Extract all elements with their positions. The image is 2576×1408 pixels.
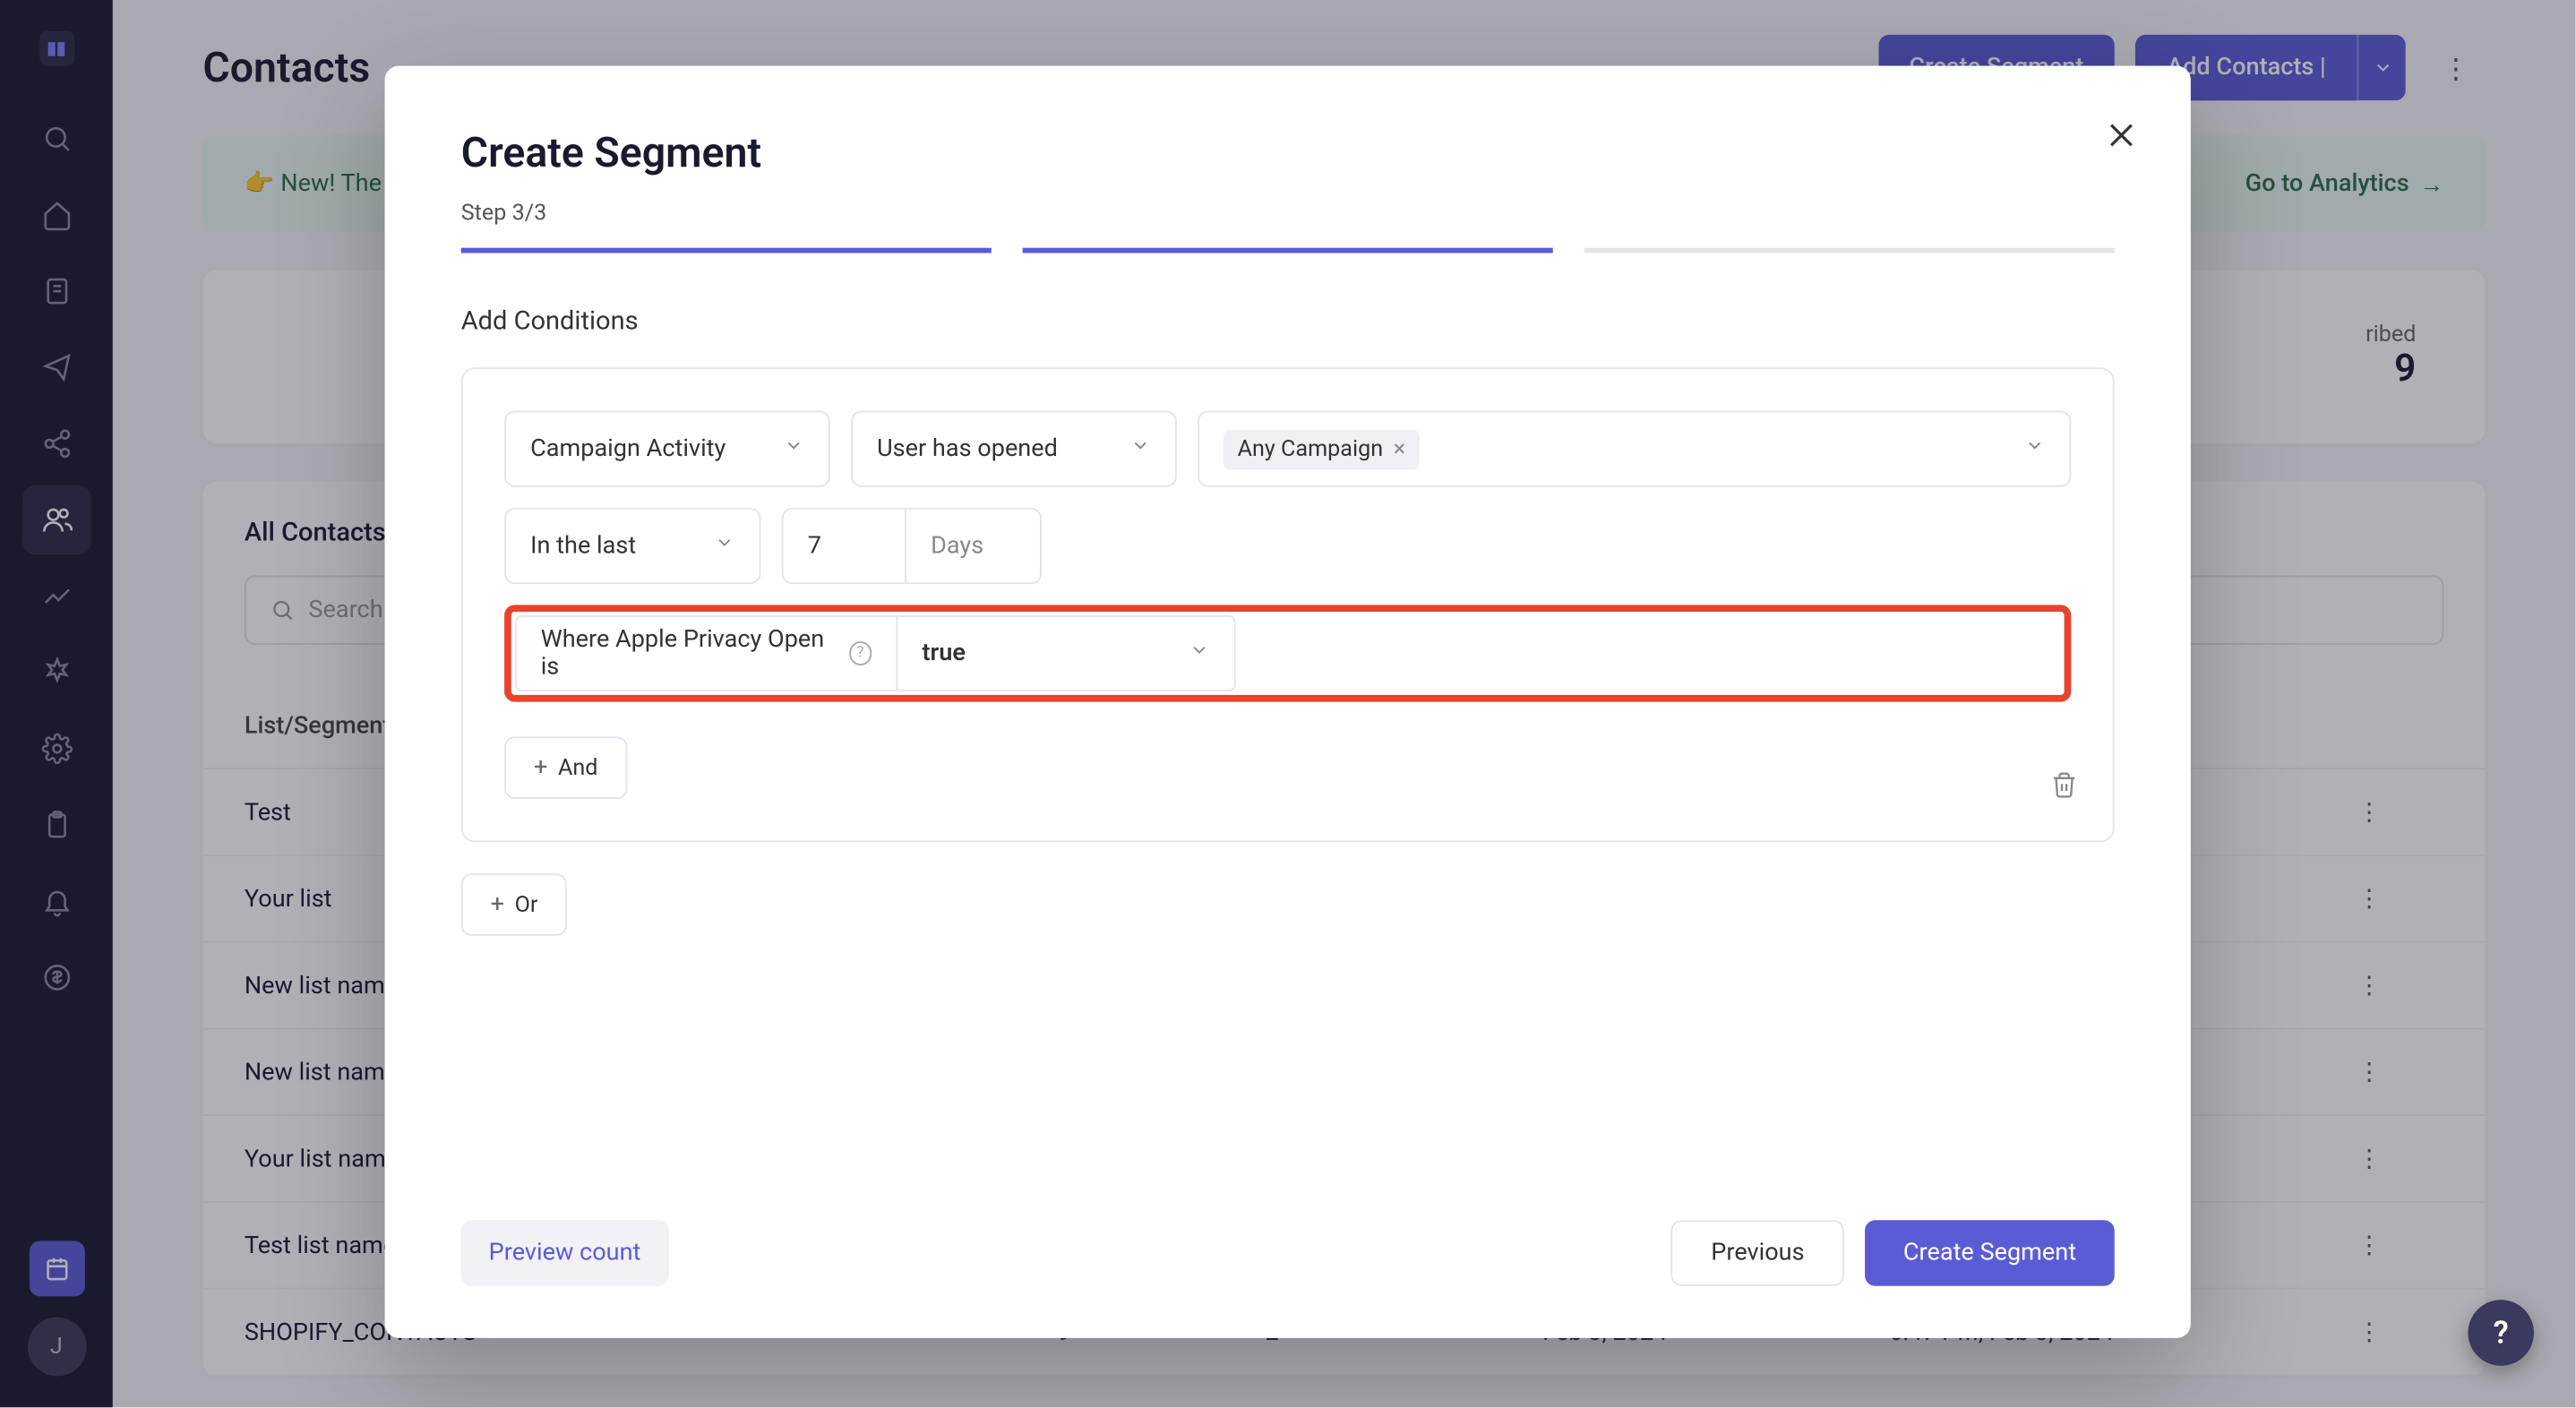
chip-remove-icon[interactable]: × <box>1394 436 1405 462</box>
chevron-down-icon <box>1189 640 1209 667</box>
condition-block: Campaign Activity User has opened Any Ca… <box>461 367 2115 842</box>
modal-title: Create Segment <box>461 128 2115 176</box>
previous-button[interactable]: Previous <box>1671 1220 1844 1286</box>
progress-bar <box>461 248 2115 253</box>
activity-select[interactable]: Campaign Activity <box>504 411 830 487</box>
days-field: Days <box>782 508 1042 584</box>
help-icon[interactable]: ? <box>849 641 872 665</box>
chevron-down-icon <box>784 435 804 463</box>
action-select[interactable]: User has opened <box>851 411 1177 487</box>
delete-condition-button[interactable] <box>2050 771 2078 806</box>
campaign-select[interactable]: Any Campaign × <box>1198 411 2071 487</box>
chevron-down-icon <box>2024 435 2045 463</box>
campaign-chip: Any Campaign × <box>1224 429 1420 469</box>
add-and-button[interactable]: +And <box>504 736 627 799</box>
create-segment-modal: Create Segment Step 3/3 Add Conditions C… <box>385 66 2191 1338</box>
close-button[interactable] <box>2104 118 2139 159</box>
help-fab[interactable]: ? <box>2468 1300 2534 1366</box>
range-select[interactable]: In the last <box>504 508 760 584</box>
add-or-button[interactable]: +Or <box>461 873 568 936</box>
section-label: Add Conditions <box>461 305 2115 337</box>
modal-overlay: Create Segment Step 3/3 Add Conditions C… <box>0 0 2575 1407</box>
days-unit: Days <box>905 510 1008 582</box>
chevron-down-icon <box>1130 435 1151 463</box>
chevron-down-icon <box>714 532 734 560</box>
days-input[interactable] <box>784 510 888 582</box>
apple-privacy-highlight: Where Apple Privacy Open is ? true <box>504 605 2071 701</box>
privacy-value-select[interactable]: true <box>896 615 1235 691</box>
privacy-label-field: Where Apple Privacy Open is ? <box>515 615 897 691</box>
step-indicator: Step 3/3 <box>461 201 2115 227</box>
create-segment-submit[interactable]: Create Segment <box>1865 1220 2114 1286</box>
preview-count-button[interactable]: Preview count <box>461 1220 669 1286</box>
